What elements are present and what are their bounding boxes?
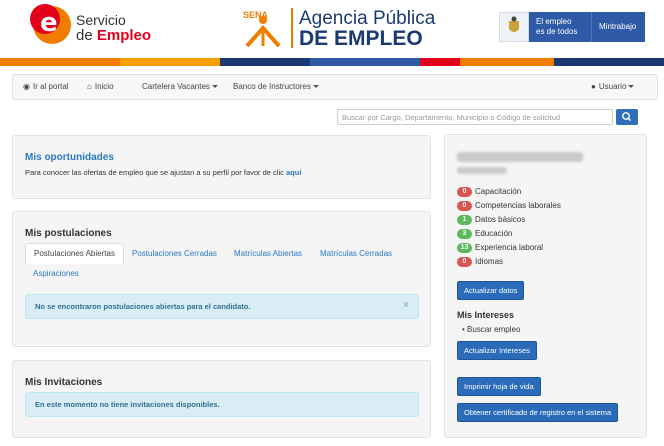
count-badge: 0 [457, 201, 472, 211]
tab-matriculas-cerradas[interactable]: Matrículas Cerradas [320, 249, 392, 258]
postulaciones-alert-text: No se encontraron postulaciones abiertas… [35, 302, 251, 311]
postulaciones-panel: Mis postulaciones Postulaciones Abiertas… [12, 211, 431, 347]
stripe-segment [0, 58, 120, 66]
stripe-segment [310, 58, 420, 66]
invitaciones-panel: Mis Invitaciones En este momento no tien… [12, 360, 431, 438]
nav-cartelera[interactable]: Cartelera Vacantes [142, 82, 218, 91]
gov-line1: El empleo [536, 17, 572, 26]
logo-e-glyph: e [40, 8, 58, 38]
sde-line2b: Empleo [96, 27, 152, 44]
oportunidades-link[interactable]: aquí [286, 168, 301, 177]
count-badge: 0 [457, 257, 472, 267]
coat-of-arms-icon [499, 12, 529, 42]
agencia-publica-logo[interactable]: SENA Agencia Pública DE EMPLEO [241, 6, 435, 52]
profile-item-educacion[interactable]: 3 Educación [457, 229, 512, 239]
count-badge: 3 [457, 229, 472, 239]
apde-line2: DE EMPLEO [299, 27, 423, 50]
certificado-button[interactable]: Obtener certificado de registro en el si… [457, 403, 619, 422]
nav-portal[interactable]: ◉ Ir al portal [23, 82, 69, 91]
oportunidades-panel: Mis oportunidades Para conocer las ofert… [12, 135, 431, 199]
profile-item-label: Competencias laborales [475, 201, 561, 211]
stripe-segment [120, 58, 220, 66]
nav-banco[interactable]: Banco de Instructores [233, 82, 319, 91]
sena-label: SENA [243, 10, 269, 20]
caret-down-icon [211, 85, 218, 89]
profile-item-competencias[interactable]: 0 Competencias laborales [457, 201, 561, 211]
count-badge: 1 [457, 215, 472, 225]
profile-item-label: Datos básicos [475, 215, 526, 225]
oportunidades-text-body: Para conocer las ofertas de empleo que s… [25, 168, 286, 177]
redacted-user-name [457, 152, 583, 162]
search-input[interactable]: Buscar por Cargo, Departamento, Municipi… [337, 109, 613, 125]
interest-item-label: Buscar empleo [467, 325, 521, 334]
profile-item-label: Idiomas [475, 257, 504, 267]
sde-line2: de Empleo [76, 27, 151, 44]
stripe-segment [460, 58, 554, 66]
profile-item-capacitacion[interactable]: 0 Capacitación [457, 187, 521, 197]
tab-postulaciones-cerradas[interactable]: Postulaciones Cerradas [132, 249, 217, 258]
imprimir-hoja-button[interactable]: Imprimir hoja de vida [457, 377, 541, 396]
count-badge: 0 [457, 187, 472, 197]
invitaciones-alert: En este momento no tiene invitaciones di… [25, 392, 419, 417]
main-navbar: ◉ Ir al portal ⌂ Inicio Cartelera Vacantes… [12, 74, 658, 100]
caret-down-icon [312, 85, 319, 89]
nav-cartelera-label: Cartelera Vacantes [142, 82, 210, 91]
profile-item-idiomas[interactable]: 0 Idiomas [457, 257, 503, 267]
gov-ministry: Mintrabajo [599, 22, 637, 31]
redacted-user-id [457, 167, 507, 174]
oportunidades-title: Mis oportunidades [25, 152, 114, 163]
nav-inicio[interactable]: ⌂ Inicio [87, 82, 114, 91]
gov-line2: es de todos [536, 27, 578, 36]
profile-item-datos-basicos[interactable]: 1 Datos básicos [457, 215, 525, 225]
interest-item: • Buscar empleo [462, 325, 521, 334]
stripe-segment [420, 58, 460, 66]
tab-postulaciones-abiertas[interactable]: Postulaciones Abiertas [25, 243, 124, 264]
search-icon [622, 112, 632, 122]
color-stripe [0, 58, 664, 66]
sde-line1: Servicio [76, 12, 126, 28]
postulaciones-title: Mis postulaciones [25, 228, 112, 239]
oportunidades-text: Para conocer las ofertas de empleo que s… [25, 168, 301, 177]
profile-item-label: Educación [475, 229, 513, 239]
site-header: e Servicio de Empleo SENA Agencia Públic… [0, 0, 664, 58]
nav-banco-label: Banco de Instructores [233, 82, 311, 91]
nav-usuario[interactable]: ● Usuario [591, 82, 635, 91]
servicio-de-empleo-logo[interactable]: e Servicio de Empleo [30, 4, 160, 52]
logo-divider [291, 8, 293, 48]
profile-item-label: Experiencia laboral [475, 243, 544, 253]
count-badge: 13 [457, 243, 472, 253]
tab-matriculas-abiertas[interactable]: Matrículas Abiertas [234, 249, 302, 258]
actualizar-datos-button[interactable]: Actualizar datos [457, 281, 525, 300]
tab-aspiraciones[interactable]: Aspiraciones [33, 269, 79, 278]
profile-sidebar: 0 Capacitación 0 Competencias laborales 1D… [444, 134, 647, 438]
gov-separator [591, 12, 592, 42]
profile-item-experiencia[interactable]: 13 Experiencia laboral [457, 243, 543, 253]
postulaciones-alert: No se encontraron postulaciones abiertas… [25, 294, 419, 319]
gobierno-logo[interactable]: El empleo es de todos Mintrabajo [499, 12, 645, 42]
intereses-title: Mis Intereses [457, 310, 515, 320]
user-icon: ● [591, 82, 596, 91]
stripe-segment [220, 58, 310, 66]
home-icon: ⌂ [87, 82, 92, 91]
sde-line2a: de [76, 27, 97, 44]
search-button[interactable] [616, 109, 638, 125]
invitaciones-title: Mis Invitaciones [25, 377, 103, 388]
profile-item-label: Capacitación [475, 187, 522, 197]
close-icon[interactable]: × [403, 300, 409, 311]
nav-inicio-label: Inicio [94, 82, 114, 91]
nav-portal-label: Ir al portal [32, 82, 69, 91]
arrow-left-circle-icon: ◉ [23, 82, 30, 91]
actualizar-intereses-button[interactable]: Actualizar Intereses [457, 341, 537, 360]
nav-usuario-label: Usuario [598, 82, 627, 91]
caret-down-icon [628, 85, 635, 89]
stripe-segment [554, 58, 664, 66]
